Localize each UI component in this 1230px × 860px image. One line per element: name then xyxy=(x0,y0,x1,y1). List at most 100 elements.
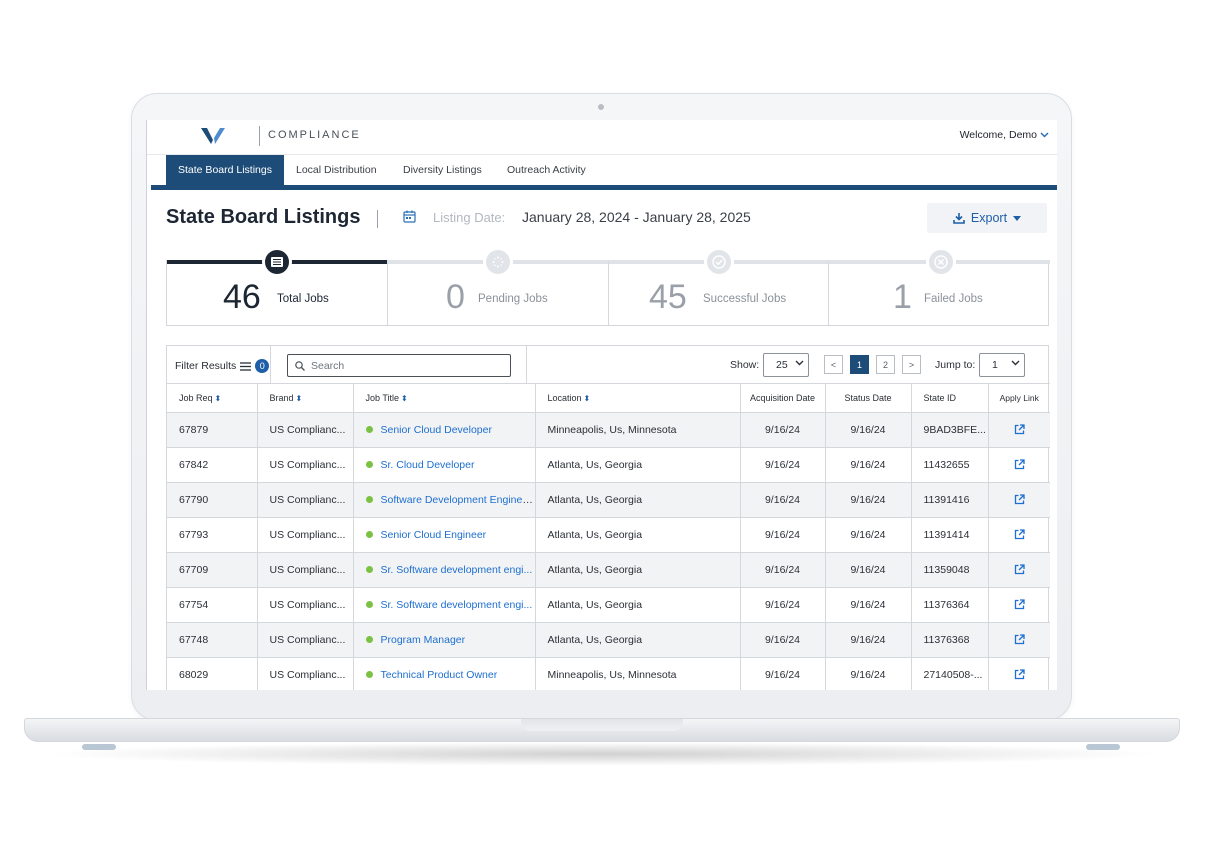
laptop-foot xyxy=(82,744,116,750)
column-header-brand[interactable]: Brand ⬍ xyxy=(257,384,354,413)
stat-failed-jobs[interactable]: 1 Failed Jobs xyxy=(828,247,1050,325)
title-divider xyxy=(377,210,378,228)
table-row: 67879 US Complianc... Senior Cloud Develop… xyxy=(167,412,1050,448)
job-title-link[interactable]: Senior Cloud Engineer xyxy=(381,529,487,541)
show-label: Show: xyxy=(730,359,760,371)
acquisition-date-cell: 9/16/24 xyxy=(740,517,826,553)
job-title-link[interactable]: Technical Product Owner xyxy=(381,669,498,681)
listing-date-label: Listing Date: xyxy=(433,210,506,225)
job-title-cell: Senior Cloud Developer xyxy=(353,412,536,448)
status-date-cell: 9/16/24 xyxy=(825,482,912,518)
column-header-location[interactable]: Location ⬍ xyxy=(535,384,741,413)
chevron-down-icon xyxy=(795,360,804,366)
job-title-link[interactable]: Senior Cloud Developer xyxy=(381,424,492,436)
location-cell: Minneapolis, Us, Minnesota xyxy=(535,657,741,690)
page-title: State Board Listings xyxy=(166,206,361,228)
apply-link-cell xyxy=(988,482,1050,518)
job-title-link[interactable]: Software Development Enginee... xyxy=(381,494,535,506)
job-req-cell: 67793 xyxy=(167,517,258,553)
acquisition-date-cell: 9/16/24 xyxy=(740,657,826,690)
brand-cell: US Complianc... xyxy=(257,447,354,483)
chevron-down-icon xyxy=(1011,360,1020,366)
stat-label: Total Jobs xyxy=(277,293,329,305)
job-req-cell: 67842 xyxy=(167,447,258,483)
jump-to-value: 1 xyxy=(992,359,998,371)
column-header-job-req[interactable]: Job Req ⬍ xyxy=(167,384,258,413)
search-box[interactable] xyxy=(287,354,511,377)
page-size-value: 25 xyxy=(776,359,788,371)
column-header-apply-link: Apply Link xyxy=(988,384,1050,413)
brand-cell: US Complianc... xyxy=(257,482,354,518)
external-link-icon[interactable] xyxy=(1014,529,1025,540)
jump-to-select[interactable]: 1 xyxy=(979,353,1025,377)
column-header-job-title[interactable]: Job Title ⬍ xyxy=(353,384,536,413)
job-req-cell: 68029 xyxy=(167,657,258,690)
status-date-cell: 9/16/24 xyxy=(825,447,912,483)
external-link-icon[interactable] xyxy=(1014,564,1025,575)
filter-results-button[interactable]: Filter Results 0 xyxy=(175,359,270,373)
prev-page-button[interactable]: < xyxy=(824,355,843,374)
stat-label: Pending Jobs xyxy=(478,293,548,305)
tab-outreach-activity[interactable]: Outreach Activity xyxy=(495,155,598,185)
job-title-cell: Senior Cloud Engineer xyxy=(353,517,536,553)
external-link-icon[interactable] xyxy=(1014,599,1025,610)
job-title-link[interactable]: Sr. Software development engi... xyxy=(381,564,533,576)
job-stats: 46 Total Jobs 0 Pending Jobs 45 Successf… xyxy=(166,247,1050,326)
export-button[interactable]: Export xyxy=(927,203,1047,233)
listing-date-range[interactable]: January 28, 2024 - January 28, 2025 xyxy=(522,209,751,225)
job-title-link[interactable]: Sr. Software development engi... xyxy=(381,599,533,611)
caret-down-icon xyxy=(1013,215,1022,221)
external-link-icon[interactable] xyxy=(1014,424,1025,435)
sort-icon: ⬍ xyxy=(214,393,222,403)
external-link-icon[interactable] xyxy=(1014,634,1025,645)
job-title-link[interactable]: Sr. Cloud Developer xyxy=(381,459,475,471)
check-circle-icon xyxy=(704,247,734,277)
job-title-cell: Technical Product Owner xyxy=(353,657,536,690)
status-dot xyxy=(365,426,373,434)
status-dot xyxy=(365,601,373,609)
stat-value: 1 xyxy=(893,278,912,316)
external-link-icon[interactable] xyxy=(1014,494,1025,505)
state-id-cell: 11391416 xyxy=(911,482,989,518)
job-req-cell: 67879 xyxy=(167,412,258,448)
table-row: 67793 US Complianc... Senior Cloud Enginee… xyxy=(167,517,1050,553)
stat-total-jobs[interactable]: 46 Total Jobs xyxy=(167,247,387,325)
tab-diversity-listings[interactable]: Diversity Listings xyxy=(391,155,494,185)
tab-local-distribution[interactable]: Local Distribution xyxy=(284,155,389,185)
tab-state-board-listings[interactable]: State Board Listings xyxy=(166,155,284,185)
state-id-cell: 11376364 xyxy=(911,587,989,623)
status-date-cell: 9/16/24 xyxy=(825,657,912,690)
filter-results-label: Filter Results xyxy=(175,360,237,372)
apply-link-cell xyxy=(988,587,1050,623)
status-date-cell: 9/16/24 xyxy=(825,412,912,448)
external-link-icon[interactable] xyxy=(1014,669,1025,680)
job-title-link[interactable]: Program Manager xyxy=(381,634,466,646)
column-header-acquisition-date: Acquisition Date xyxy=(740,384,826,413)
job-req-cell: 67709 xyxy=(167,552,258,588)
download-icon xyxy=(953,213,965,224)
status-date-cell: 9/16/24 xyxy=(825,587,912,623)
nav-tabs: State Board Listings Local Distribution … xyxy=(147,155,1057,185)
stat-pending-jobs[interactable]: 0 Pending Jobs xyxy=(387,247,608,325)
toolbar-divider xyxy=(526,346,527,384)
page-1-button[interactable]: 1 xyxy=(850,355,869,374)
next-page-button[interactable]: > xyxy=(902,355,921,374)
brand-cell: US Complianc... xyxy=(257,587,354,623)
search-input[interactable] xyxy=(311,359,501,372)
calendar-icon[interactable] xyxy=(403,210,416,223)
external-link-icon[interactable] xyxy=(1014,459,1025,470)
page-2-button[interactable]: 2 xyxy=(876,355,895,374)
brand-logo-icon xyxy=(201,128,225,144)
status-date-cell: 9/16/24 xyxy=(825,622,912,658)
laptop-shadow xyxy=(40,742,1164,766)
job-title-cell: Sr. Cloud Developer xyxy=(353,447,536,483)
listings-panel: Filter Results 0 Show: 25 xyxy=(166,345,1050,690)
stat-successful-jobs[interactable]: 45 Successful Jobs xyxy=(608,247,828,325)
acquisition-date-cell: 9/16/24 xyxy=(740,412,826,448)
user-menu[interactable]: Welcome, Demo xyxy=(960,129,1049,141)
page-size-select[interactable]: 25 xyxy=(763,353,809,377)
stat-value: 0 xyxy=(446,278,465,316)
stat-value: 45 xyxy=(649,278,687,316)
location-cell: Atlanta, Us, Georgia xyxy=(535,552,741,588)
acquisition-date-cell: 9/16/24 xyxy=(740,482,826,518)
